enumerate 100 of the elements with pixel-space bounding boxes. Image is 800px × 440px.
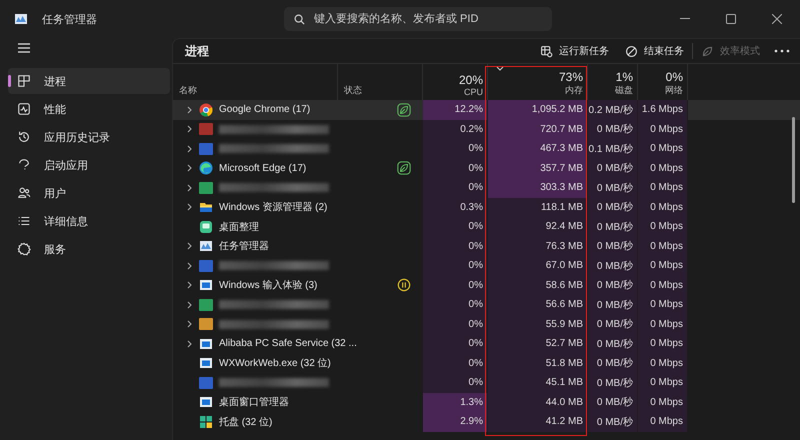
metric-cell: 0% [423, 139, 488, 158]
metric-cell: 0 MB/秒 [588, 354, 638, 373]
sidebar-item[interactable]: 详细信息 [8, 208, 170, 234]
app-square-icon [199, 258, 213, 273]
app-square-icon [199, 180, 213, 195]
metric-cell: 76.3 MB [488, 236, 588, 256]
metric-cell: 0% [423, 373, 488, 392]
metric-cell: 0% [423, 354, 488, 373]
metric-cell: 0 Mbps [638, 314, 688, 334]
chart-icon [14, 12, 28, 26]
search-icon [294, 14, 305, 24]
app-square-icon [199, 298, 213, 312]
metric-cell: 0 Mbps [638, 276, 688, 295]
metric-cell: 303.3 MB [488, 178, 588, 198]
expand-chevron-icon[interactable] [187, 242, 193, 250]
metric-cell: 0 Mbps [638, 256, 688, 276]
metric-cell: 0 MB/秒 [588, 314, 638, 334]
window-icon [199, 356, 213, 370]
metric-cell: 44.0 MB [488, 392, 588, 412]
metric-cell: 1.6 Mbps [638, 100, 688, 120]
sidebar-item[interactable]: 用户 [8, 180, 170, 206]
metric-cell: 0% [423, 178, 488, 198]
pulse-icon [17, 102, 31, 116]
round-logo-icon [199, 102, 213, 117]
sidebar-item[interactable]: 服务 [8, 236, 170, 262]
minimize-icon [680, 18, 690, 20]
metric-cell: 0.2% [423, 120, 488, 139]
grid-icon [199, 414, 213, 429]
toolbar-button[interactable]: 运行新任务 [532, 40, 617, 62]
metric-cell: 0 MB/秒 [588, 256, 638, 276]
column-header[interactable]: 网络 [665, 84, 683, 97]
metric-cell: 2.9% [423, 412, 488, 432]
column-header[interactable]: 名称 [179, 84, 333, 97]
chart-icon [199, 239, 213, 254]
expand-chevron-icon[interactable] [187, 340, 193, 348]
expand-chevron-icon[interactable] [187, 300, 193, 309]
metric-cell: 0.2 MB/秒 [588, 100, 638, 120]
sidebar-item[interactable]: 进程 [8, 68, 170, 94]
metric-cell: 0% [423, 217, 488, 236]
expand-chevron-icon[interactable] [187, 320, 193, 328]
metric-cell: 0 MB/秒 [588, 412, 638, 432]
swirl-logo-icon [199, 161, 213, 176]
expand-chevron-icon[interactable] [187, 106, 193, 114]
history-icon [17, 130, 31, 144]
sidebar-item[interactable]: 性能 [8, 96, 170, 122]
metric-cell: 12.2% [423, 100, 488, 120]
metric-cell: 0 Mbps [638, 139, 688, 158]
metric-cell: 0% [423, 158, 488, 178]
column-header[interactable]: 内存 [565, 84, 583, 97]
metric-cell: 0% [423, 295, 488, 314]
app-square-icon [199, 142, 213, 156]
expand-chevron-icon[interactable] [187, 184, 193, 192]
metric-cell: 0% [423, 256, 488, 276]
metric-cell: 0.1 MB/秒 [588, 139, 638, 158]
sidebar-item[interactable]: 应用历史记录 [8, 124, 170, 150]
close-icon [772, 14, 782, 24]
metric-cell: 45.1 MB [488, 373, 588, 392]
column-header[interactable]: 磁盘 [615, 84, 633, 97]
process-name: Windows 资源管理器 (2) [219, 201, 328, 214]
process-name: 桌面整理 [219, 220, 259, 234]
search-field[interactable]: 键入要搜索的名称、发布者或 PID [284, 7, 552, 31]
expand-chevron-icon[interactable] [187, 164, 193, 172]
metric-cell: 92.4 MB [488, 217, 588, 236]
column-percent: 0% [666, 70, 683, 84]
metric-cell: 0% [423, 276, 488, 295]
folder-icon [199, 200, 213, 214]
metric-cell: 58.6 MB [488, 276, 588, 295]
metric-cell: 0% [423, 236, 488, 256]
expand-chevron-icon[interactable] [187, 144, 193, 153]
app-square-icon [199, 376, 213, 390]
metric-cell: 67.0 MB [488, 256, 588, 276]
gear-icon [17, 242, 31, 256]
column-header[interactable]: 状态 [344, 84, 418, 97]
window-icon [199, 395, 213, 410]
metric-cell: 0 MB/秒 [588, 276, 638, 295]
metric-cell: 0% [423, 314, 488, 334]
expand-chevron-icon[interactable] [187, 281, 193, 290]
metric-cell: 56.6 MB [488, 295, 588, 314]
expand-chevron-icon[interactable] [187, 203, 193, 212]
sidebar-item[interactable]: 启动应用 [8, 152, 170, 178]
window-icon [199, 336, 213, 351]
toolbar-button[interactable]: 结束任务 [617, 40, 692, 62]
column-header[interactable]: CPU [464, 87, 483, 97]
window-icon [199, 278, 213, 292]
metric-cell: 0 MB/秒 [588, 178, 638, 198]
metric-cell: 0 MB/秒 [588, 373, 638, 392]
window-title: 任务管理器 [42, 12, 98, 26]
column-percent: 20% [458, 73, 483, 87]
list-icon [17, 214, 31, 228]
metric-cell: 0.3% [423, 198, 488, 217]
metric-cell: 0 MB/秒 [588, 392, 638, 412]
metric-cell: 0 Mbps [638, 354, 688, 373]
expand-chevron-icon[interactable] [187, 125, 193, 134]
metric-cell: 0 Mbps [638, 236, 688, 256]
metric-cell: 0 Mbps [638, 334, 688, 354]
grid-icon [17, 74, 31, 88]
metric-cell: 1.3% [423, 392, 488, 412]
expand-chevron-icon[interactable] [187, 262, 193, 270]
app-square-icon [199, 317, 213, 332]
process-name: 托盘 (32 位) [219, 416, 272, 429]
